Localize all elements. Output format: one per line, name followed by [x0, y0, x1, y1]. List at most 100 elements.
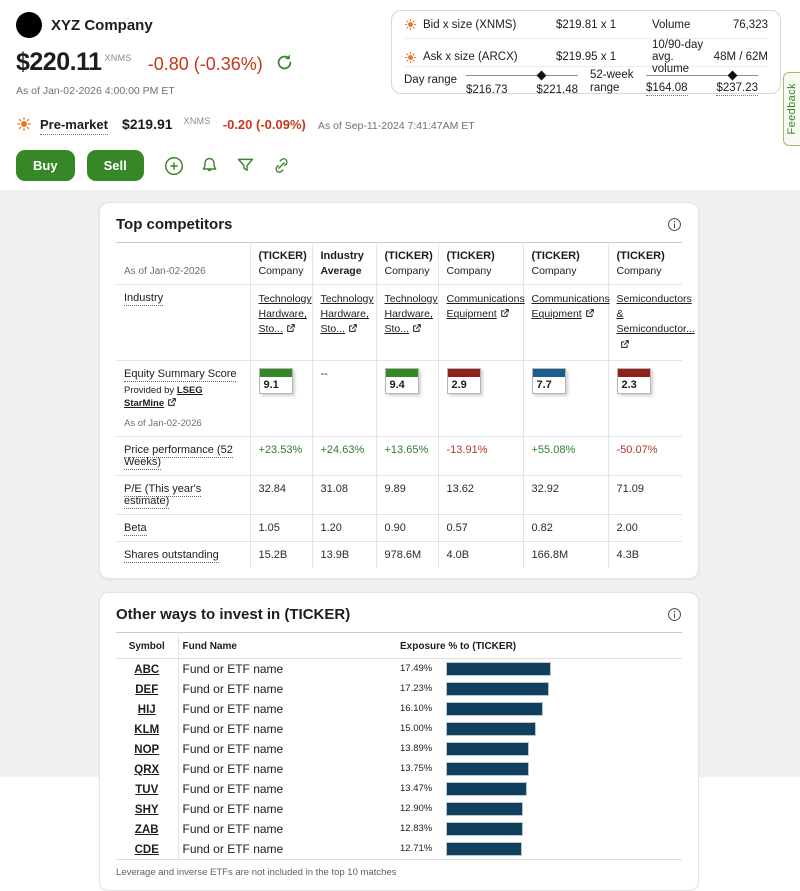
- premarket-exchange: XNMS: [184, 116, 211, 126]
- exposure-percent: 15.00%: [400, 723, 446, 734]
- performance-value: +23.53%: [259, 444, 303, 456]
- competitor-ticker: (TICKER): [447, 250, 518, 262]
- exposure-percent: 12.71%: [400, 843, 446, 854]
- sun-icon: [16, 116, 32, 137]
- external-link-icon: [286, 323, 296, 338]
- competitor-column-4: (TICKER)Company: [523, 243, 608, 285]
- row-label-price-performance[interactable]: Price performance (52 Weeks): [124, 444, 233, 470]
- fund-symbol-link[interactable]: DEF: [135, 684, 158, 696]
- fund-symbol-link[interactable]: SHY: [135, 804, 159, 816]
- ess-score-badge: 2.3: [617, 368, 651, 394]
- week52-range-slider: $164.08 $237.23: [646, 69, 758, 93]
- fund-row: KLMFund or ETF name15.00%: [116, 719, 682, 739]
- other-ways-title: Other ways to invest in (TICKER): [116, 606, 350, 623]
- competitor-ticker: Industry: [321, 250, 371, 262]
- exposure-bar: [446, 682, 549, 696]
- table-row: Beta1.051.200.900.570.822.00: [116, 514, 682, 541]
- week52-low[interactable]: $164.08: [646, 82, 688, 96]
- fund-symbol-link[interactable]: ABC: [134, 664, 159, 676]
- competitor-ticker: (TICKER): [532, 250, 603, 262]
- competitor-sub: Company: [259, 265, 307, 277]
- bell-icon[interactable]: [198, 154, 222, 178]
- ess-as-of: As of Jan-02-2026: [124, 418, 245, 429]
- metric-value: 13.9B: [321, 549, 350, 561]
- week52-high[interactable]: $237.23: [716, 82, 758, 96]
- exposure-bar: [446, 742, 529, 756]
- day-range-slider: $216.73 $221.48: [466, 69, 578, 93]
- industry-link[interactable]: Communications Equipment: [532, 293, 610, 320]
- competitor-column-2: (TICKER) Company: [376, 243, 438, 285]
- row-label-pe[interactable]: P/E (This year's estimate): [124, 483, 201, 509]
- metric-value: 13.62: [447, 483, 475, 495]
- industry-link[interactable]: Communications Equipment: [447, 293, 525, 320]
- top-competitors-card: Top competitors As of Jan-02-2026(TICKER…: [99, 202, 699, 579]
- bid-label: Bid x size (XNMS): [423, 19, 516, 31]
- day-range-label: Day range: [404, 69, 466, 86]
- exposure-bar: [446, 702, 543, 716]
- fund-name: Fund or ETF name: [178, 739, 396, 759]
- last-price: $220.11: [16, 48, 102, 77]
- refresh-icon[interactable]: [273, 51, 297, 75]
- competitor-column-3: (TICKER)Company: [438, 243, 523, 285]
- fund-symbol-link[interactable]: KLM: [134, 724, 159, 736]
- row-label-beta[interactable]: Beta: [124, 522, 147, 536]
- plus-circle-icon[interactable]: [162, 154, 186, 178]
- metric-value: 15.2B: [259, 549, 288, 561]
- external-link-icon: [585, 308, 595, 323]
- fund-name: Fund or ETF name: [178, 759, 396, 779]
- exposure-percent: 17.23%: [400, 683, 446, 694]
- funds-table: Symbol Fund Name Exposure % to (TICKER) …: [116, 632, 682, 859]
- ask-label: Ask x size (ARCX): [423, 51, 518, 63]
- row-label-industry[interactable]: Industry: [124, 292, 163, 306]
- exposure-bar: [446, 822, 523, 836]
- score-color-bar: [386, 369, 418, 377]
- external-link-icon: [167, 397, 177, 410]
- competitor-sub: Company: [617, 265, 678, 277]
- provider-link[interactable]: LSEG StarMine: [124, 385, 203, 409]
- industry-link[interactable]: Technology Hardware, Sto...: [385, 293, 438, 335]
- info-icon[interactable]: [667, 607, 682, 622]
- volume-label: Volume: [652, 19, 733, 31]
- external-link-icon: [412, 323, 422, 338]
- fund-row: CDEFund or ETF name12.71%: [116, 839, 682, 859]
- fund-symbol-link[interactable]: TUV: [135, 784, 158, 796]
- fund-name: Fund or ETF name: [178, 658, 396, 679]
- premarket-as-of: As of Sep-11-2024 7:41:47AM ET: [318, 120, 475, 132]
- filter-icon[interactable]: [234, 154, 258, 178]
- fund-symbol-link[interactable]: QRX: [134, 764, 159, 776]
- week52-range-label: 52-week range: [590, 69, 646, 95]
- industry-link[interactable]: Technology Hardware, Sto...: [259, 293, 312, 335]
- fund-symbol-link[interactable]: HIJ: [138, 704, 156, 716]
- info-icon[interactable]: [667, 217, 682, 232]
- link-icon[interactable]: [270, 154, 294, 178]
- exposure-percent: 12.83%: [400, 823, 446, 834]
- table-row: P/E (This year's estimate)32.8431.089.89…: [116, 475, 682, 514]
- metric-value: 9.89: [385, 483, 406, 495]
- metric-value: 0.82: [532, 522, 553, 534]
- competitors-as-of: As of Jan-02-2026: [116, 243, 250, 285]
- other-ways-card: Other ways to invest in (TICKER) Symbol …: [99, 592, 699, 891]
- premarket-label[interactable]: Pre-market: [40, 117, 108, 135]
- row-label-shares[interactable]: Shares outstanding: [124, 549, 219, 563]
- feedback-tab[interactable]: Feedback: [783, 72, 800, 146]
- competitor-ticker: (TICKER): [385, 250, 433, 262]
- fund-row: TUVFund or ETF name13.47%: [116, 779, 682, 799]
- score-value: 2.3: [618, 377, 650, 393]
- metric-value: 4.3B: [617, 549, 640, 561]
- industry-link[interactable]: Semiconductors & Semiconductor...: [617, 293, 695, 351]
- competitor-sub: Company: [385, 265, 433, 277]
- exposure-bar: [446, 662, 551, 676]
- metric-value: 0.90: [385, 522, 406, 534]
- industry-link[interactable]: Technology Hardware, Sto...: [321, 293, 374, 335]
- row-label-equity-summary-score[interactable]: Equity Summary Score: [124, 368, 236, 382]
- table-row: IndustryTechnology Hardware, Sto...Techn…: [116, 285, 682, 361]
- metric-value: 1.20: [321, 522, 342, 534]
- buy-button[interactable]: Buy: [16, 150, 75, 181]
- fund-symbol-link[interactable]: ZAB: [135, 824, 159, 836]
- score-value: 2.9: [448, 377, 480, 393]
- competitor-column-1: IndustryAverage: [312, 243, 376, 285]
- fund-symbol-link[interactable]: NOP: [134, 744, 159, 756]
- ess-score-badge: 9.4: [385, 368, 419, 394]
- sell-button[interactable]: Sell: [87, 150, 144, 181]
- fund-symbol-link[interactable]: CDE: [135, 844, 159, 856]
